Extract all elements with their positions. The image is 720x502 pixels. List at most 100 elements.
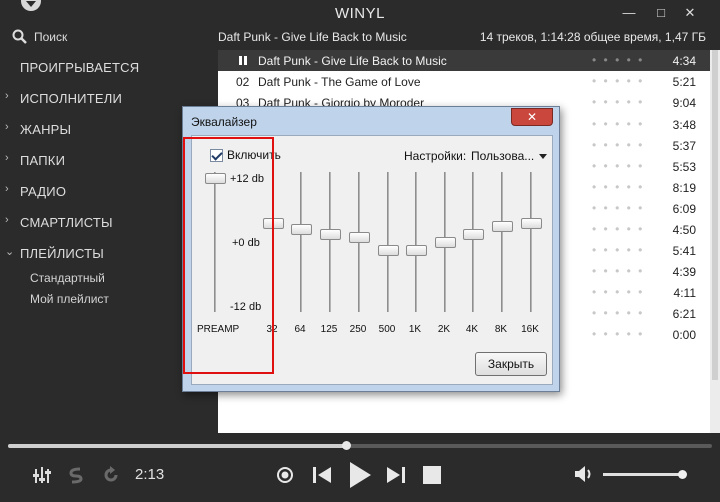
- track-rating[interactable]: • • • • •: [592, 117, 644, 131]
- track-rating[interactable]: • • • • •: [592, 74, 644, 88]
- band-slider-500-thumb[interactable]: [378, 245, 399, 256]
- volume-slider[interactable]: [603, 470, 687, 479]
- band-slider-125-thumb[interactable]: [320, 229, 341, 240]
- band-label-16k: 16K: [521, 324, 539, 335]
- pause-icon: [239, 56, 247, 65]
- track-duration: 6:09: [672, 202, 696, 216]
- track-rating[interactable]: • • • • •: [592, 53, 644, 67]
- track-duration: 5:21: [672, 75, 696, 89]
- sidebar-item-label: РАДИО: [20, 184, 67, 199]
- stop-after-icon[interactable]: [276, 466, 294, 484]
- band-slider-1k-thumb[interactable]: [406, 245, 427, 256]
- play-icon[interactable]: [346, 460, 374, 490]
- preset-value: Пользова...: [471, 149, 535, 163]
- seek-bar[interactable]: [8, 441, 712, 450]
- tracklist-scrollbar[interactable]: [710, 50, 720, 433]
- band-slider-4k-track[interactable]: [472, 172, 474, 312]
- previous-icon[interactable]: [311, 464, 333, 486]
- highlight-annotation: [183, 137, 274, 374]
- library-stats: 14 треков, 1:14:28 общее время, 1,47 ГБ: [479, 30, 706, 44]
- track-rating[interactable]: • • • • •: [592, 264, 644, 278]
- seek-handle[interactable]: [341, 441, 351, 450]
- search-icon: [12, 29, 27, 44]
- app-title: WINYL: [334, 5, 385, 22]
- sidebar-item-label: ПЛЕЙЛИСТЫ: [20, 246, 104, 261]
- dropdown-arrow-icon: [539, 154, 548, 160]
- sidebar-item-now-playing[interactable]: ПРОИГРЫВАЕТСЯ: [0, 57, 216, 77]
- track-duration: 8:19: [672, 181, 696, 195]
- track-rating[interactable]: • • • • •: [592, 138, 644, 152]
- band-slider-4k-thumb[interactable]: [463, 229, 484, 240]
- chevron-right-icon: ›: [5, 121, 9, 133]
- minimize-button[interactable]: —: [622, 6, 636, 20]
- dialog-close-button[interactable]: ✕: [511, 108, 553, 126]
- search-label: Поиск: [34, 30, 68, 44]
- now-playing-title: Daft Punk - Give Life Back to Music: [218, 30, 407, 44]
- next-icon[interactable]: [385, 464, 407, 486]
- band-slider-64-track[interactable]: [300, 172, 302, 312]
- band-slider-8k-track[interactable]: [501, 172, 503, 312]
- shuffle-icon[interactable]: [67, 465, 85, 485]
- track-row[interactable]: 02 Daft Punk - The Game of Love • • • • …: [218, 71, 710, 92]
- band-slider-1k-track[interactable]: [415, 172, 417, 312]
- elapsed-time: 2:13: [135, 466, 165, 483]
- band-slider-16k-track[interactable]: [530, 172, 532, 312]
- track-rating[interactable]: • • • • •: [592, 285, 644, 299]
- sidebar-item-label: ПАПКИ: [20, 153, 66, 168]
- playlist-item-standard[interactable]: Стандартный: [30, 271, 105, 285]
- track-rating[interactable]: • • • • •: [592, 222, 644, 236]
- band-slider-8k-thumb[interactable]: [492, 221, 513, 232]
- scrollbar-thumb[interactable]: [712, 50, 718, 380]
- track-duration: 4:11: [673, 286, 696, 300]
- band-slider-500-track[interactable]: [387, 172, 389, 312]
- playlist-item-my-playlist[interactable]: Мой плейлист: [30, 292, 109, 306]
- repeat-icon[interactable]: [102, 465, 120, 485]
- track-duration: 4:34: [672, 54, 696, 68]
- close-button[interactable]: Закрыть: [475, 352, 547, 376]
- volume-icon[interactable]: [574, 464, 596, 484]
- track-rating[interactable]: • • • • •: [592, 201, 644, 215]
- track-duration: 4:39: [672, 265, 696, 279]
- stop-icon[interactable]: [422, 465, 442, 485]
- track-rating[interactable]: • • • • •: [592, 159, 644, 173]
- track-duration: 5:41: [672, 244, 696, 258]
- sidebar-item-label: ЖАНРЫ: [20, 122, 72, 137]
- close-window-button[interactable]: ✕: [683, 6, 697, 20]
- band-slider-16k-thumb[interactable]: [521, 218, 542, 230]
- track-title: Daft Punk - Give Life Back to Music: [258, 54, 447, 68]
- title-bar: WINYL — □ ✕: [0, 0, 720, 26]
- track-duration: 9:04: [672, 96, 696, 110]
- track-row[interactable]: Daft Punk - Give Life Back to Music • • …: [218, 50, 710, 71]
- track-rating[interactable]: • • • • •: [592, 243, 644, 257]
- chevron-down-icon: ⌄: [5, 246, 15, 258]
- preset-dropdown[interactable]: Пользова...: [471, 149, 548, 163]
- maximize-button[interactable]: □: [654, 6, 668, 20]
- band-slider-2k-thumb[interactable]: [435, 237, 456, 248]
- chevron-right-icon: ›: [5, 183, 9, 195]
- seek-progress: [8, 444, 346, 448]
- track-rating[interactable]: • • • • •: [592, 306, 644, 320]
- sidebar-item-label: СМАРТЛИСТЫ: [20, 215, 113, 230]
- track-number: 02: [236, 75, 250, 89]
- sidebar-item-label: ИСПОЛНИТЕЛИ: [20, 91, 122, 106]
- track-duration: 5:53: [672, 160, 696, 174]
- band-slider-64-thumb[interactable]: [291, 223, 312, 235]
- settings-label: Настройки:: [404, 149, 467, 163]
- equalizer-icon[interactable]: [33, 465, 51, 485]
- sidebar-item-artists[interactable]: › ИСПОЛНИТЕЛИ: [0, 88, 216, 108]
- band-slider-250-thumb[interactable]: [349, 231, 370, 243]
- track-rating[interactable]: • • • • •: [592, 180, 644, 194]
- dialog-title: Эквалайзер: [191, 115, 257, 129]
- sidebar-item-label: ПРОИГРЫВАЕТСЯ: [20, 60, 140, 75]
- track-rating[interactable]: • • • • •: [592, 327, 644, 341]
- search-button[interactable]: Поиск: [12, 28, 67, 46]
- chevron-right-icon: ›: [5, 90, 9, 102]
- track-rating[interactable]: • • • • •: [592, 95, 644, 109]
- band-slider-125-track[interactable]: [329, 172, 331, 312]
- volume-handle[interactable]: [677, 470, 687, 479]
- chevron-right-icon: ›: [5, 214, 9, 226]
- track-duration: 6:21: [672, 307, 696, 321]
- track-duration: 3:48: [672, 118, 696, 132]
- track-duration: 0:00: [672, 328, 696, 342]
- track-duration: 5:37: [672, 139, 696, 153]
